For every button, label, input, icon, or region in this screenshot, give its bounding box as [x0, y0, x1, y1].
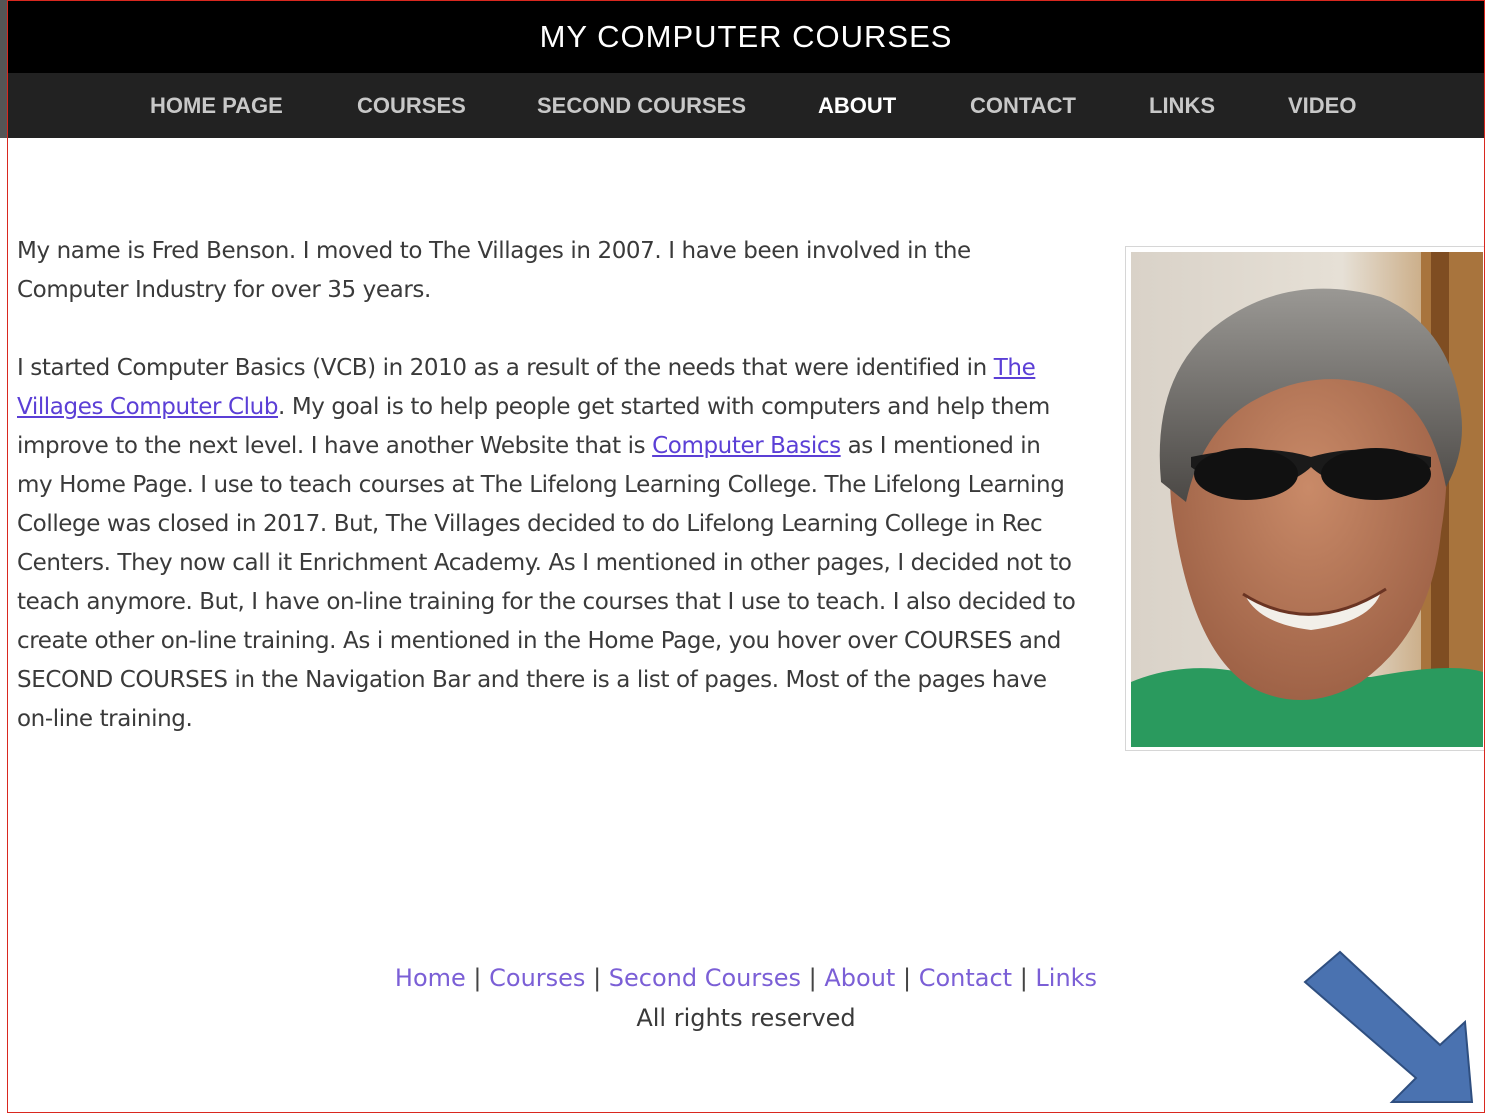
- navigation-bar: HOME PAGE COURSES SECOND COURSES ABOUT C…: [7, 73, 1485, 138]
- footer-nav: Home | Courses | Second Courses | About …: [7, 958, 1485, 998]
- footer-separator: |: [465, 964, 490, 992]
- copyright-text: All rights reserved: [636, 1004, 856, 1032]
- nav-video[interactable]: VIDEO: [1288, 73, 1356, 138]
- profile-photo: [1131, 252, 1483, 747]
- footer-separator: |: [801, 964, 825, 992]
- nav-contact[interactable]: CONTACT: [970, 73, 1076, 138]
- window-edge: [0, 0, 7, 138]
- footer-link-second-courses[interactable]: Second Courses: [609, 964, 801, 992]
- nav-second-courses[interactable]: SECOND COURSES: [537, 73, 746, 138]
- footer-separator: |: [1012, 964, 1036, 992]
- pointer-arrow-icon: [1303, 950, 1474, 1103]
- about-content: My name is Fred Benson. I moved to The V…: [17, 232, 1082, 778]
- page: MY COMPUTER COURSES HOME PAGE COURSES SE…: [0, 0, 1491, 1115]
- footer-separator: |: [895, 964, 919, 992]
- nav-links[interactable]: LINKS: [1149, 73, 1215, 138]
- about-text-part: I started Computer Basics (VCB) in 2010 …: [17, 355, 994, 381]
- about-paragraph-2: I started Computer Basics (VCB) in 2010 …: [17, 349, 1082, 739]
- footer-link-about[interactable]: About: [824, 964, 895, 992]
- footer-link-home[interactable]: Home: [395, 964, 466, 992]
- footer-link-contact[interactable]: Contact: [919, 964, 1012, 992]
- nav-about[interactable]: ABOUT: [818, 73, 896, 138]
- footer-link-courses[interactable]: Courses: [489, 964, 585, 992]
- site-title: MY COMPUTER COURSES: [7, 0, 1485, 73]
- about-text-part: as I mentioned in my Home Page. I use to…: [17, 433, 1076, 732]
- nav-courses[interactable]: COURSES: [357, 73, 466, 138]
- about-paragraph-1: My name is Fred Benson. I moved to The V…: [17, 238, 971, 303]
- footer-link-links[interactable]: Links: [1035, 964, 1097, 992]
- profile-photo-frame: [1125, 246, 1485, 751]
- nav-home-page[interactable]: HOME PAGE: [150, 73, 283, 138]
- computer-basics-link[interactable]: Computer Basics: [652, 433, 841, 459]
- footer-separator: |: [585, 964, 609, 992]
